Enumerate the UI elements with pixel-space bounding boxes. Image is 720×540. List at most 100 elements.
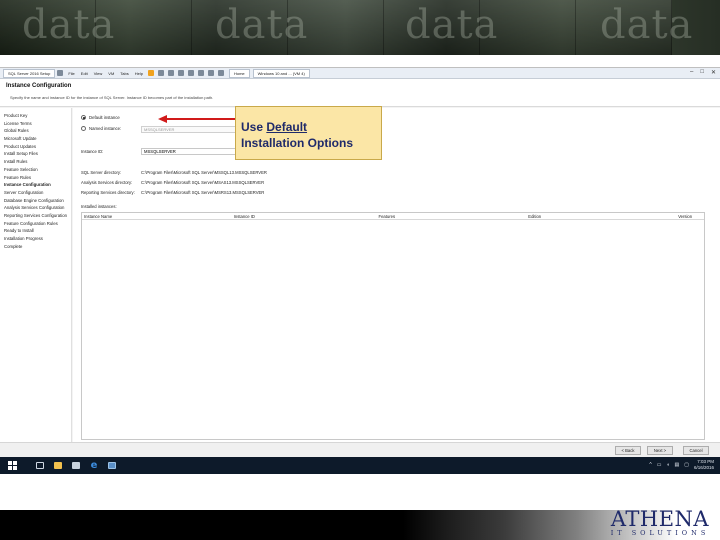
- console-icon[interactable]: [207, 70, 214, 76]
- table-header: Instance Name Instance ID Features Editi…: [82, 213, 704, 220]
- callout-emphasis: Default: [266, 120, 308, 134]
- banner-word: data: [22, 2, 116, 48]
- task-view-icon[interactable]: [34, 461, 46, 471]
- keyboard-icon[interactable]: ▤: [675, 462, 680, 468]
- app-tab[interactable]: SQL Server 2016 Setup: [3, 68, 56, 78]
- clock-date: 6/16/2016: [693, 465, 714, 470]
- named-instance-label: Named instance:: [89, 126, 122, 131]
- fullscreen-icon[interactable]: [187, 70, 194, 76]
- home-tab[interactable]: Home: [228, 68, 250, 78]
- next-button[interactable]: Next >: [647, 446, 673, 455]
- banner-word: data: [600, 2, 694, 48]
- setup-steps: Product Key License Terms Global Rules M…: [0, 108, 72, 442]
- col-instance-name[interactable]: Instance Name: [82, 213, 232, 219]
- vm-toolbar: SQL Server 2016 Setup File Edit View VM …: [0, 68, 720, 79]
- step-installation-progress[interactable]: Installation Progress: [4, 235, 71, 243]
- menu-vm[interactable]: VM: [105, 71, 117, 76]
- logo-tagline: IT SOLUTIONS: [610, 529, 710, 537]
- named-instance-option[interactable]: Named instance:: [81, 126, 121, 131]
- default-instance-option[interactable]: Default instance: [81, 115, 120, 120]
- instance-config-panel: Default instance Named instance: MSSQLSE…: [73, 108, 720, 442]
- page-title: Instance Configuration: [6, 83, 72, 89]
- step-product-key[interactable]: Product Key: [4, 112, 71, 120]
- named-instance-radio[interactable]: [81, 126, 86, 131]
- step-license-terms[interactable]: License Terms: [4, 120, 71, 128]
- cancel-button[interactable]: Cancel: [683, 446, 709, 455]
- snapshot-icon[interactable]: [157, 70, 164, 76]
- step-feature-rules[interactable]: Feature Rules: [4, 174, 71, 182]
- step-ready-to-install[interactable]: Ready to Install: [4, 227, 71, 235]
- step-instance-configuration[interactable]: Instance Configuration: [4, 181, 71, 189]
- windows-taskbar: e ^ ▭ ◖ ▤ ▢ 7:03 PM 6/16/2016: [0, 457, 720, 474]
- menu-file[interactable]: File: [65, 71, 77, 76]
- app-tab-label: SQL Server 2016 Setup: [8, 70, 51, 76]
- col-instance-id[interactable]: Instance ID: [232, 213, 377, 219]
- col-features[interactable]: Features: [377, 213, 527, 219]
- default-instance-radio[interactable]: [81, 115, 86, 120]
- named-instance-input[interactable]: MSSQLSERVER: [141, 126, 241, 133]
- callout-line-2: Installation Options: [241, 136, 354, 150]
- step-install-setup-files[interactable]: Install Setup Files: [4, 150, 71, 158]
- menu-tabs[interactable]: Tabs: [117, 71, 131, 76]
- network-icon[interactable]: ▭: [657, 462, 662, 468]
- col-version[interactable]: Version: [676, 213, 704, 219]
- step-feature-selection[interactable]: Feature Selection: [4, 166, 71, 174]
- menu-view[interactable]: View: [91, 71, 106, 76]
- callout-line-1: Use Default: [241, 119, 381, 135]
- step-product-updates[interactable]: Product Updates: [4, 143, 71, 151]
- menu-help[interactable]: Help: [132, 71, 146, 76]
- step-install-rules[interactable]: Install Rules: [4, 158, 71, 166]
- step-complete[interactable]: Complete: [4, 243, 71, 251]
- server-manager-icon[interactable]: [70, 461, 82, 471]
- volume-icon[interactable]: ◖: [666, 462, 669, 468]
- installed-instances-label: Installed instances:: [81, 204, 117, 209]
- chevron-up-icon[interactable]: ^: [649, 462, 651, 468]
- close-icon[interactable]: ✕: [711, 69, 716, 76]
- sql-server-dir-value: C:\Program Files\Microsoft SQL Server\MS…: [141, 170, 267, 175]
- step-microsoft-update[interactable]: Microsoft Update: [4, 135, 71, 143]
- reporting-dir-value: C:\Program Files\Microsoft SQL Server\MS…: [141, 190, 265, 195]
- step-feature-configuration-rules[interactable]: Feature Configuration Rules: [4, 220, 71, 228]
- analysis-dir-value: C:\Program Files\Microsoft SQL Server\MS…: [141, 180, 265, 185]
- window-controls: – □ ✕: [690, 69, 716, 76]
- step-server-configuration[interactable]: Server Configuration: [4, 189, 71, 197]
- taskbar-clock[interactable]: 7:03 PM 6/16/2016: [694, 459, 714, 471]
- step-analysis-services-configuration[interactable]: Analysis Services Configuration: [4, 204, 71, 212]
- callout-note: Use Default Installation Options: [235, 106, 382, 160]
- logo-name: ATHENA: [610, 507, 710, 531]
- minimize-icon[interactable]: –: [690, 69, 693, 76]
- notification-icon[interactable]: ▢: [684, 462, 689, 468]
- setup-app-icon[interactable]: [106, 461, 118, 471]
- installed-instances-table[interactable]: Instance Name Instance ID Features Editi…: [81, 212, 705, 440]
- manage-icon[interactable]: [177, 70, 184, 76]
- file-explorer-icon[interactable]: [52, 461, 64, 471]
- pin-icon[interactable]: [57, 70, 64, 76]
- vm-tab-label: Windows 10 and ... (VM 4): [257, 70, 305, 76]
- pause-icon[interactable]: [147, 70, 154, 76]
- page-subtitle: Specify the name and instance ID for the…: [10, 95, 214, 100]
- maximize-icon[interactable]: □: [700, 69, 704, 76]
- banner-word: data: [215, 2, 309, 48]
- back-button[interactable]: < Back: [615, 446, 641, 455]
- home-tab-label: Home: [233, 70, 245, 76]
- page-header: Instance Configuration Specify the name …: [0, 79, 720, 107]
- banner-word: data: [405, 2, 499, 48]
- analysis-dir-label: Analysis Services directory:: [81, 180, 133, 185]
- step-reporting-services-configuration[interactable]: Reporting Services Configuration: [4, 212, 71, 220]
- menu-edit[interactable]: Edit: [78, 71, 91, 76]
- callout-prefix: Use: [241, 120, 267, 134]
- header-banner: data data data data: [0, 0, 720, 55]
- system-tray: ^ ▭ ◖ ▤ ▢ 7:03 PM 6/16/2016: [649, 459, 714, 471]
- unity-icon[interactable]: [197, 70, 204, 76]
- vm-tab[interactable]: Windows 10 and ... (VM 4): [252, 68, 310, 78]
- start-icon[interactable]: [6, 461, 18, 471]
- step-database-engine-configuration[interactable]: Database Engine Configuration: [4, 197, 71, 205]
- default-instance-label: Default instance: [89, 115, 120, 120]
- sql-server-dir-label: SQL Server directory:: [81, 170, 122, 175]
- edge-icon[interactable]: e: [88, 460, 100, 471]
- step-global-rules[interactable]: Global Rules: [4, 127, 71, 135]
- revert-icon[interactable]: [167, 70, 174, 76]
- stretch-icon[interactable]: [217, 70, 224, 76]
- col-edition[interactable]: Edition: [526, 213, 676, 219]
- wizard-footer: < Back Next > Cancel: [0, 442, 720, 458]
